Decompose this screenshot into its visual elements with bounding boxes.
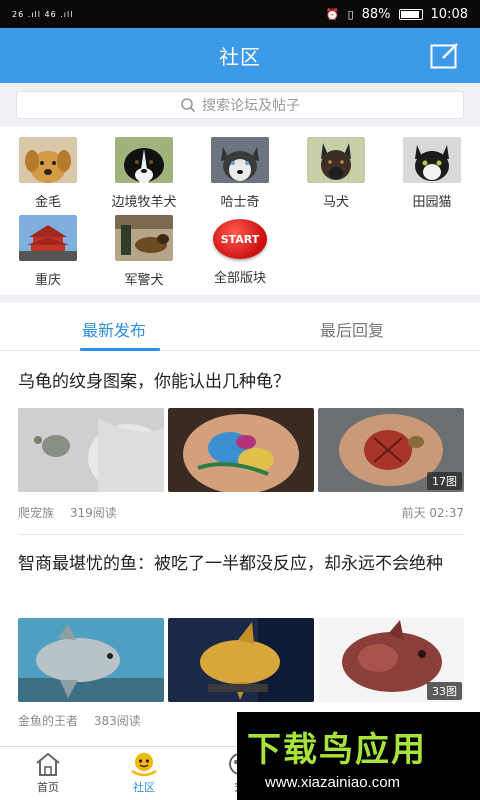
post-images: 33图 [18,618,464,702]
border-collie-image [115,137,173,183]
category-label: 边境牧羊犬 [111,195,177,210]
category-label: 田园猫 [412,195,452,210]
malinois-image [307,137,365,183]
page-title: 社区 [219,45,261,69]
tab-latest[interactable]: 最新发布 [82,317,146,341]
tab-last-reply[interactable]: 最后回复 [320,317,384,341]
post-source[interactable]: 爬宠族 [18,506,54,520]
category-golden-retriever[interactable]: 金毛 [0,137,96,210]
signal-indicator: 26 .ıll 46 .ıll [12,9,74,19]
category-all-boards[interactable]: START 全部版块 [192,215,288,286]
status-right: ⏰ ▯ 88% 10:08 [326,7,468,22]
clock: 10:08 [430,6,468,22]
category-label: 军警犬 [124,273,164,288]
post-image[interactable]: 33图 [318,618,464,702]
post-images: 17图 [18,408,464,492]
cat-image [403,137,461,183]
post-reads: 319阅读 [69,506,117,520]
category-tabby-cat[interactable]: 田园猫 [384,137,480,210]
community-icon [131,753,157,777]
post-image[interactable]: 17图 [318,408,464,492]
search-placeholder: 搜索论坛及帖子 [202,98,300,114]
post-image[interactable] [168,618,314,702]
nav-home[interactable]: 首页 [0,751,96,795]
police-dog-image [115,215,173,261]
section-divider [0,295,480,303]
search-bar-container: 搜索论坛及帖子 [0,83,480,127]
nav-label: 首页 [37,781,59,794]
forum-categories: 金毛 边境牧羊犬 哈士奇 马犬 田园猫 重庆 军警犬 START 全部版块 [0,127,480,295]
vibrate-icon: ▯ [347,7,354,21]
post-reads: 383阅读 [93,714,141,728]
category-label: 重庆 [34,273,61,288]
post-time: 前天 02:37 [401,506,464,520]
golden-retriever-image [19,137,77,183]
post-image[interactable] [168,408,314,492]
category-husky[interactable]: 哈士奇 [192,137,288,210]
post-divider [18,534,464,535]
alarm-icon: ⏰ [325,7,340,21]
category-malinois[interactable]: 马犬 [288,137,384,210]
battery-icon [398,8,423,20]
category-border-collie[interactable]: 边境牧羊犬 [96,137,192,210]
category-police-dog[interactable]: 军警犬 [96,215,192,288]
feed-tabs: 最新发布 最后回复 [0,303,480,351]
post-image[interactable] [18,618,164,702]
category-label: 金毛 [34,195,61,210]
husky-image [211,137,269,183]
search-input[interactable]: 搜索论坛及帖子 [16,91,464,119]
status-bar: 26 .ıll 46 .ıll ⏰ ▯ 88% 10:08 [0,0,480,28]
nav-community[interactable]: 社区 [96,751,192,795]
battery-percent: 88% [361,6,391,22]
post-title: 乌龟的纹身图案，你能认出几种龟？ [18,372,290,392]
post-image[interactable] [18,408,164,492]
post-meta: 爬宠族 319阅读 前天 02:37 [18,504,464,521]
image-count-badge: 33图 [427,682,462,700]
category-label: 全部版块 [213,271,266,286]
category-label: 哈士奇 [220,195,260,210]
search-icon [181,98,196,113]
nav-label: 社区 [133,781,155,794]
category-chongqing[interactable]: 重庆 [0,215,96,288]
watermark-url: www.xiazainiao.com [265,774,401,791]
compose-icon[interactable] [430,41,460,69]
watermark-logo: 下载鸟应用 www.xiazainiao.com [237,712,480,800]
category-label: 马犬 [322,195,349,210]
image-count-badge: 17图 [427,472,462,490]
start-badge-icon: START [213,219,267,259]
tab-active-indicator [80,348,160,351]
post-title: 智商最堪忧的鱼：被吃了一半都没反应，却永远不会绝种 [18,554,443,574]
chongqing-image [19,215,77,261]
post-source[interactable]: 金鱼的王者 [18,714,78,728]
title-bar: 社区 [0,28,480,83]
home-icon [36,752,60,776]
watermark-brand: 下载鸟应用 [247,730,427,770]
